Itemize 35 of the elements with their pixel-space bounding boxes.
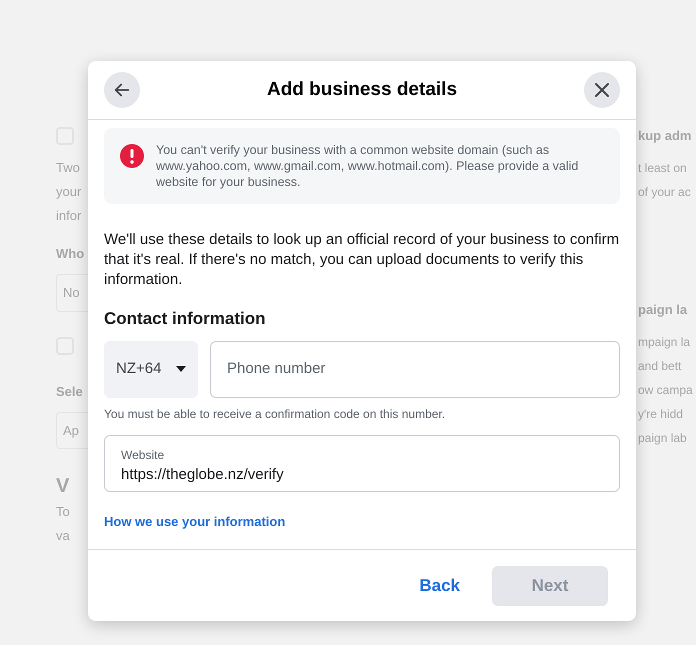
intro-paragraph: We'll use these details to look up an official record of your business to confirm that it's real. If there's no match, you can upload documents to verify this information. [104, 230, 620, 290]
faded-text: and bett [638, 359, 682, 373]
dialog-title: Add business details [266, 78, 458, 102]
faded-heading: kup adm [638, 128, 692, 143]
caret-icon [176, 366, 186, 372]
close-icon [594, 82, 610, 98]
faded-text: infor [56, 208, 82, 223]
faded-heading: Sele [56, 384, 83, 398]
country-code-select[interactable]: NZ+64 [104, 340, 198, 398]
back-arrow-button[interactable] [104, 72, 140, 108]
faded-text: ow campa [638, 383, 693, 397]
close-button[interactable] [584, 72, 620, 108]
faded-heading: Who [56, 246, 84, 261]
faded-heading: paign la [638, 302, 688, 317]
faded-text: va [56, 528, 70, 543]
faded-text: y're hidd [638, 407, 683, 421]
error-icon [120, 144, 144, 168]
info-link[interactable]: How we use your information [104, 512, 286, 531]
faded-heading: V [56, 475, 70, 497]
warning-text: You can't verify your business with a common website domain (such as www.yahoo.com, www.gmail.com, www.hotmail.com). Please provide a valid website for your business. [156, 142, 580, 190]
website-input[interactable]: https://theglobe.nz/verify [121, 464, 603, 486]
faded-text: of your ac [638, 185, 691, 199]
faded-text: your [56, 184, 82, 199]
phone-number-field[interactable]: Phone number [210, 340, 620, 398]
faded-text: Two [56, 160, 80, 175]
faded-text: To [56, 504, 70, 519]
section-heading: Contact information [104, 308, 266, 330]
website-field[interactable]: Website https://theglobe.nz/verify [104, 434, 620, 492]
back-button[interactable]: Back [399, 566, 480, 606]
faded-text: t least on [638, 161, 687, 175]
faded-text: mpaign la [638, 335, 690, 349]
faded-text: paign lab [638, 431, 687, 445]
phone-hint: You must be able to receive a confirmation code on this number. [104, 406, 446, 422]
arrow-left-icon [113, 81, 131, 99]
website-label: Website [121, 446, 166, 464]
